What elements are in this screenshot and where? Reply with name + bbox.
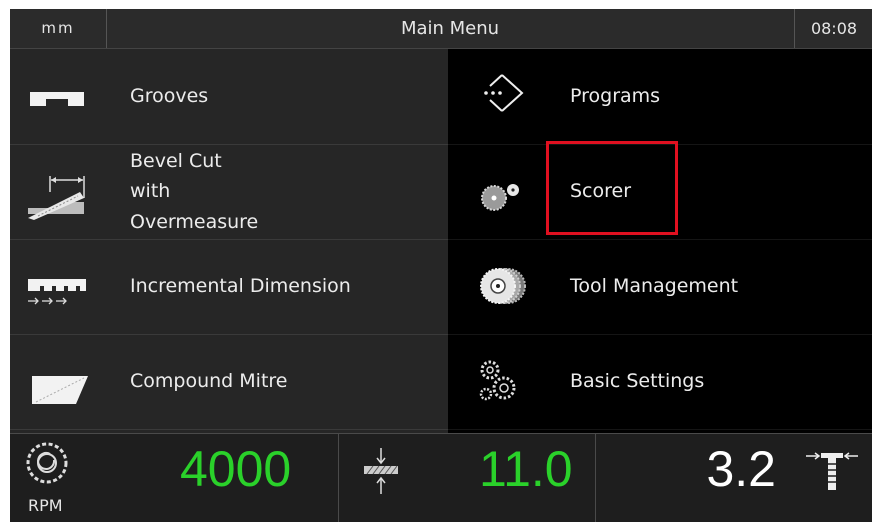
page-title: Main Menu [400,18,500,39]
header-bar: mm Main Menu 08:08 [10,9,872,49]
menu-item-bevel-cut[interactable]: Bevel Cut with Overmeasure [10,144,448,240]
saw-blade-icon [24,440,70,490]
menu-item-label: Scorer [570,180,632,203]
menu-item-label: Tool Management [570,275,739,298]
menu-item-label: Incremental Dimension [130,275,351,298]
compound-mitre-icon [24,348,94,414]
menu-item-label: Compound Mitre [130,370,288,393]
tool-management-icon [466,253,536,319]
menu-left-column: Grooves Bevel Cut with Overmeasure Incre… [10,49,448,433]
menu-item-label: Bevel Cut with Overmeasure [130,149,259,233]
bevel-cut-icon [24,158,94,224]
rpm-value: 4000 [180,441,292,497]
saw-thickness-value: 3.2 [706,441,776,497]
menu-item-label: Programs [570,85,661,108]
menu-item-label: Basic Settings [570,370,705,393]
menu-item-label: Grooves [130,85,209,108]
menu-item-grooves[interactable]: Grooves [10,49,448,145]
scorer-icon [466,158,536,224]
thickness-section[interactable]: 11.0 [339,434,596,522]
menu-item-tool-management[interactable]: Tool Management [448,239,872,335]
menu-item-incremental-dimension[interactable]: Incremental Dimension [10,239,448,335]
thickness-value: 11.0 [479,441,573,497]
gears-icon [466,348,536,414]
saw-thickness-section[interactable]: 3.2 [596,434,872,522]
screen: mm Main Menu 08:08 Grooves Bevel Cut wit… [0,0,877,522]
programs-icon [466,63,536,129]
menu-item-basic-settings[interactable]: Basic Settings [448,334,872,430]
incremental-dimension-icon [24,253,94,319]
rpm-label: RPM [28,496,63,515]
clock: 08:08 [794,9,872,48]
units-indicator[interactable]: mm [10,9,107,48]
rpm-section[interactable]: RPM 4000 [10,434,339,522]
main-panel: mm Main Menu 08:08 Grooves Bevel Cut wit… [10,9,872,522]
status-footer: RPM 4000 11.0 3.2 [10,433,872,522]
menu-item-compound-mitre[interactable]: Compound Mitre [10,334,448,430]
material-thickness-icon [361,446,401,506]
menu-right-column: Programs Scorer Tool Management Basic Se… [448,49,872,433]
groove-icon [24,63,94,129]
menu-item-programs[interactable]: Programs [448,49,872,145]
menu-item-scorer[interactable]: Scorer [448,144,872,240]
saw-blade-thickness-icon [804,448,860,498]
